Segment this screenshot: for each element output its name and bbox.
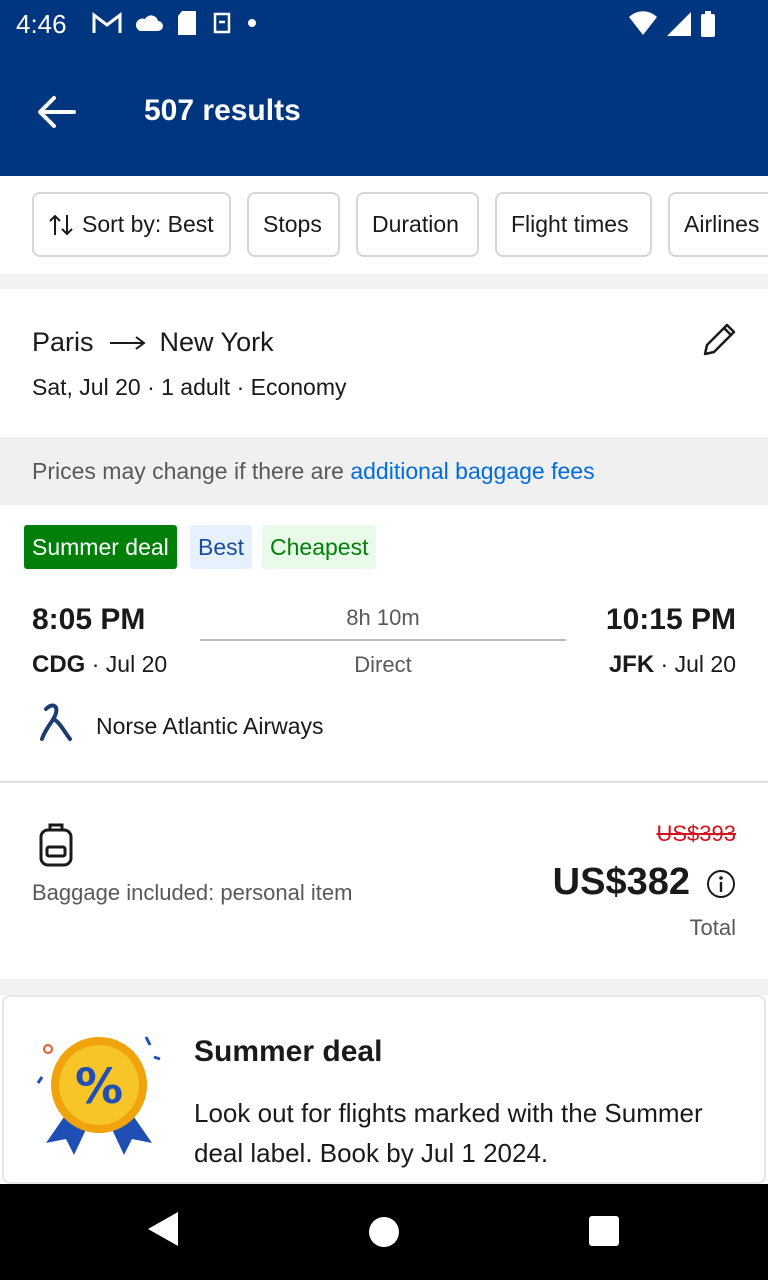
departure-airport: CDG bbox=[32, 651, 86, 678]
stops-label: Stops bbox=[263, 211, 322, 237]
section-gap bbox=[0, 274, 768, 289]
duration-filter-button[interactable]: Duration bbox=[356, 192, 479, 257]
cloud-icon bbox=[136, 15, 163, 31]
airlines-filter-button[interactable]: Airlines bbox=[668, 192, 768, 257]
flight-times-filter-button[interactable]: Flight times bbox=[495, 192, 652, 257]
info-icon[interactable] bbox=[706, 869, 736, 899]
signal-icon bbox=[667, 12, 691, 36]
stops-filter-button[interactable]: Stops bbox=[247, 192, 340, 257]
best-badge: Best bbox=[190, 525, 253, 569]
wifi-icon bbox=[629, 11, 657, 35]
arrival-time: 10:15 PM bbox=[605, 603, 736, 636]
sd-card-icon bbox=[178, 11, 196, 35]
arrival-airport: JFK bbox=[608, 651, 655, 678]
status-bar: 4:46 bbox=[0, 0, 768, 48]
trip-details: Sat, Jul 20 · 1 adult · Economy bbox=[32, 374, 347, 400]
price-total-label: Total bbox=[689, 915, 736, 940]
summer-deal-promo: % Summer deal Look out for flights marke… bbox=[2, 995, 766, 1184]
gmail-icon bbox=[92, 11, 122, 33]
airline-name: Norse Atlantic Airways bbox=[96, 713, 324, 739]
flight-duration: 8h 10m bbox=[346, 605, 420, 630]
battery-icon bbox=[701, 11, 715, 37]
nav-home-icon[interactable] bbox=[368, 1216, 400, 1248]
promo-title: Summer deal bbox=[194, 1035, 383, 1068]
arrow-right-icon bbox=[109, 335, 146, 350]
summer-deal-badge: Summer deal bbox=[24, 525, 177, 569]
cheapest-badge: Cheapest bbox=[262, 525, 377, 569]
system-nav-bar bbox=[0, 1184, 768, 1280]
promo-body: Look out for flights marked with the Sum… bbox=[194, 1098, 703, 1168]
airlines-label: Airlines bbox=[684, 211, 760, 237]
nav-recents-icon[interactable] bbox=[589, 1216, 619, 1246]
route-line bbox=[200, 639, 566, 641]
destination-city: New York bbox=[159, 327, 274, 357]
notice-text: Prices may change if there are bbox=[32, 458, 351, 484]
page-title: 507 results bbox=[144, 94, 301, 127]
dot-icon bbox=[248, 19, 256, 27]
origin-city: Paris bbox=[32, 327, 94, 357]
current-price: US$382 bbox=[552, 861, 690, 903]
departure-time: 8:05 PM bbox=[32, 603, 146, 636]
sort-label: Sort by: Best bbox=[82, 211, 214, 237]
filter-bar: Sort by: Best Stops Duration Flight time… bbox=[0, 176, 768, 274]
discount-badge-icon: % bbox=[36, 1036, 161, 1155]
app-bar: 507 results bbox=[0, 48, 768, 176]
original-price: US$393 bbox=[656, 821, 736, 846]
arrow-back-icon[interactable] bbox=[36, 94, 76, 130]
sort-icon bbox=[49, 214, 73, 235]
status-time: 4:46 bbox=[16, 9, 67, 39]
departure-info: CDG · Jul 20 bbox=[32, 651, 167, 679]
airline-logo-icon bbox=[40, 703, 72, 741]
route-summary[interactable]: Paris New York Sat, Jul 20 · 1 adult · E… bbox=[0, 289, 768, 437]
baggage-info: Baggage included: personal item bbox=[32, 880, 353, 905]
pencil-icon[interactable] bbox=[700, 319, 740, 359]
arrival-info: JFK · Jul 20 bbox=[609, 651, 736, 679]
flight-times-label: Flight times bbox=[511, 211, 629, 237]
card-divider bbox=[0, 781, 768, 783]
section-gap bbox=[0, 979, 768, 995]
baggage-notice: Prices may change if there are additiona… bbox=[0, 437, 768, 505]
sort-button[interactable]: Sort by: Best bbox=[32, 192, 231, 257]
flight-card[interactable]: Summer deal Best Cheapest 8:05 PM CDG · … bbox=[0, 505, 768, 979]
flight-stops: Direct bbox=[354, 652, 412, 677]
baggage-fees-link[interactable]: additional baggage fees bbox=[350, 458, 594, 484]
nav-back-icon[interactable] bbox=[146, 1210, 180, 1248]
svg-text:%: % bbox=[75, 1059, 123, 1115]
duration-label: Duration bbox=[372, 211, 459, 237]
departure-date: · Jul 20 bbox=[85, 651, 168, 677]
backpack-icon bbox=[39, 823, 73, 867]
sync-icon bbox=[213, 12, 231, 34]
arrival-date: · Jul 20 bbox=[654, 651, 736, 677]
